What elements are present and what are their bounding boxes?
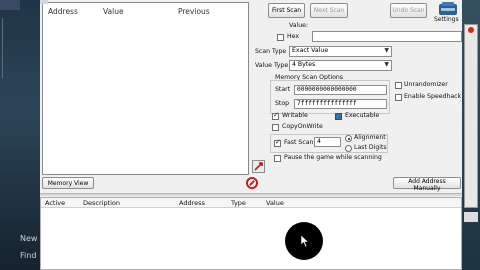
- background-window-fragment-2: [464, 212, 478, 222]
- unrandomizer-label: Unrandomizer: [404, 81, 448, 88]
- last-digits-radio[interactable]: [345, 145, 352, 152]
- scan-type-label: Scan Type: [255, 48, 287, 55]
- value-type-select[interactable]: 4 Bytes ▼: [289, 60, 392, 71]
- stop-icon[interactable]: [246, 177, 258, 189]
- taskbar-fragment: [0, 0, 20, 10]
- settings-label[interactable]: Settings: [434, 16, 459, 23]
- value-type-label: Value Type: [255, 62, 289, 69]
- fast-scan-label: Fast Scan: [284, 139, 314, 146]
- speedhack-checkbox[interactable]: [395, 94, 402, 101]
- stop-address-input[interactable]: 7fffffffffffffff: [294, 99, 387, 109]
- column-header-type[interactable]: Type: [231, 199, 246, 207]
- cheat-engine-logo-icon[interactable]: [437, 1, 459, 16]
- next-scan-button[interactable]: Next Scan: [310, 3, 348, 18]
- hex-label: Hex: [287, 33, 300, 40]
- add-address-manually-button[interactable]: Add Address Manually: [393, 177, 461, 192]
- chevron-down-icon: ▼: [384, 47, 389, 54]
- desktop-background-left: New Find: [0, 0, 42, 270]
- copyonwrite-checkbox[interactable]: [272, 124, 279, 131]
- found-address-list[interactable]: Address Value Previous: [42, 2, 249, 175]
- desktop-background-right: [462, 0, 480, 270]
- speedhack-label: Enable Speedhack: [404, 93, 462, 100]
- writable-label: Writable: [282, 112, 308, 119]
- scan-type-select[interactable]: Exact Value ▼: [289, 46, 392, 57]
- alignment-radio[interactable]: [345, 135, 352, 142]
- close-icon[interactable]: [468, 27, 474, 33]
- window-icon: [40, 0, 48, 4]
- column-header-value-2[interactable]: Value: [266, 199, 284, 207]
- desktop-text-find: Find: [20, 251, 37, 260]
- pointer-scan-icon[interactable]: [252, 160, 265, 173]
- first-scan-button[interactable]: First Scan: [268, 3, 305, 18]
- cursor-highlight: [285, 222, 323, 260]
- mouse-pointer-icon: [300, 234, 310, 248]
- value-input[interactable]: [312, 31, 462, 42]
- memory-view-button[interactable]: Memory View: [42, 177, 94, 189]
- undo-scan-button[interactable]: Undo Scan: [390, 3, 427, 18]
- column-header-value[interactable]: Value: [103, 7, 124, 16]
- writable-checkbox[interactable]: [272, 111, 279, 120]
- scan-type-value: Exact Value: [292, 47, 329, 54]
- copyonwrite-label: CopyOnWrite: [282, 123, 323, 130]
- last-digits-label: Last Digits: [354, 144, 387, 151]
- column-header-previous[interactable]: Previous: [178, 7, 210, 16]
- pause-game-label: Pause the game while scanning: [284, 154, 382, 161]
- stop-icon-slash: [249, 180, 255, 186]
- unrandomizer-checkbox[interactable]: [395, 82, 402, 89]
- column-header-address[interactable]: Address: [48, 7, 78, 16]
- fast-scan-checkbox[interactable]: [274, 138, 281, 147]
- alignment-label: Alignment: [354, 134, 386, 141]
- start-label: Start: [275, 86, 291, 93]
- value-type-value: 4 Bytes: [292, 61, 316, 68]
- executable-checkbox[interactable]: [335, 113, 342, 120]
- fast-scan-alignment-input[interactable]: 4: [314, 137, 341, 147]
- hex-checkbox[interactable]: [277, 34, 284, 41]
- stop-label: Stop: [275, 100, 290, 107]
- desktop-divider: [2, 18, 12, 78]
- executable-label: Executable: [345, 112, 380, 119]
- start-address-input[interactable]: 0000000000000000: [294, 85, 387, 95]
- background-window-fragment: [464, 24, 478, 208]
- pause-game-checkbox[interactable]: [274, 155, 281, 162]
- value-label: Value:: [289, 22, 309, 29]
- desktop-text-new: New: [20, 234, 38, 243]
- chevron-down-icon: ▼: [384, 61, 389, 68]
- column-header-description[interactable]: Description: [83, 199, 120, 207]
- column-header-active[interactable]: Active: [45, 199, 65, 207]
- panel-splitter[interactable]: [40, 193, 462, 196]
- column-header-address-2[interactable]: Address: [179, 199, 205, 207]
